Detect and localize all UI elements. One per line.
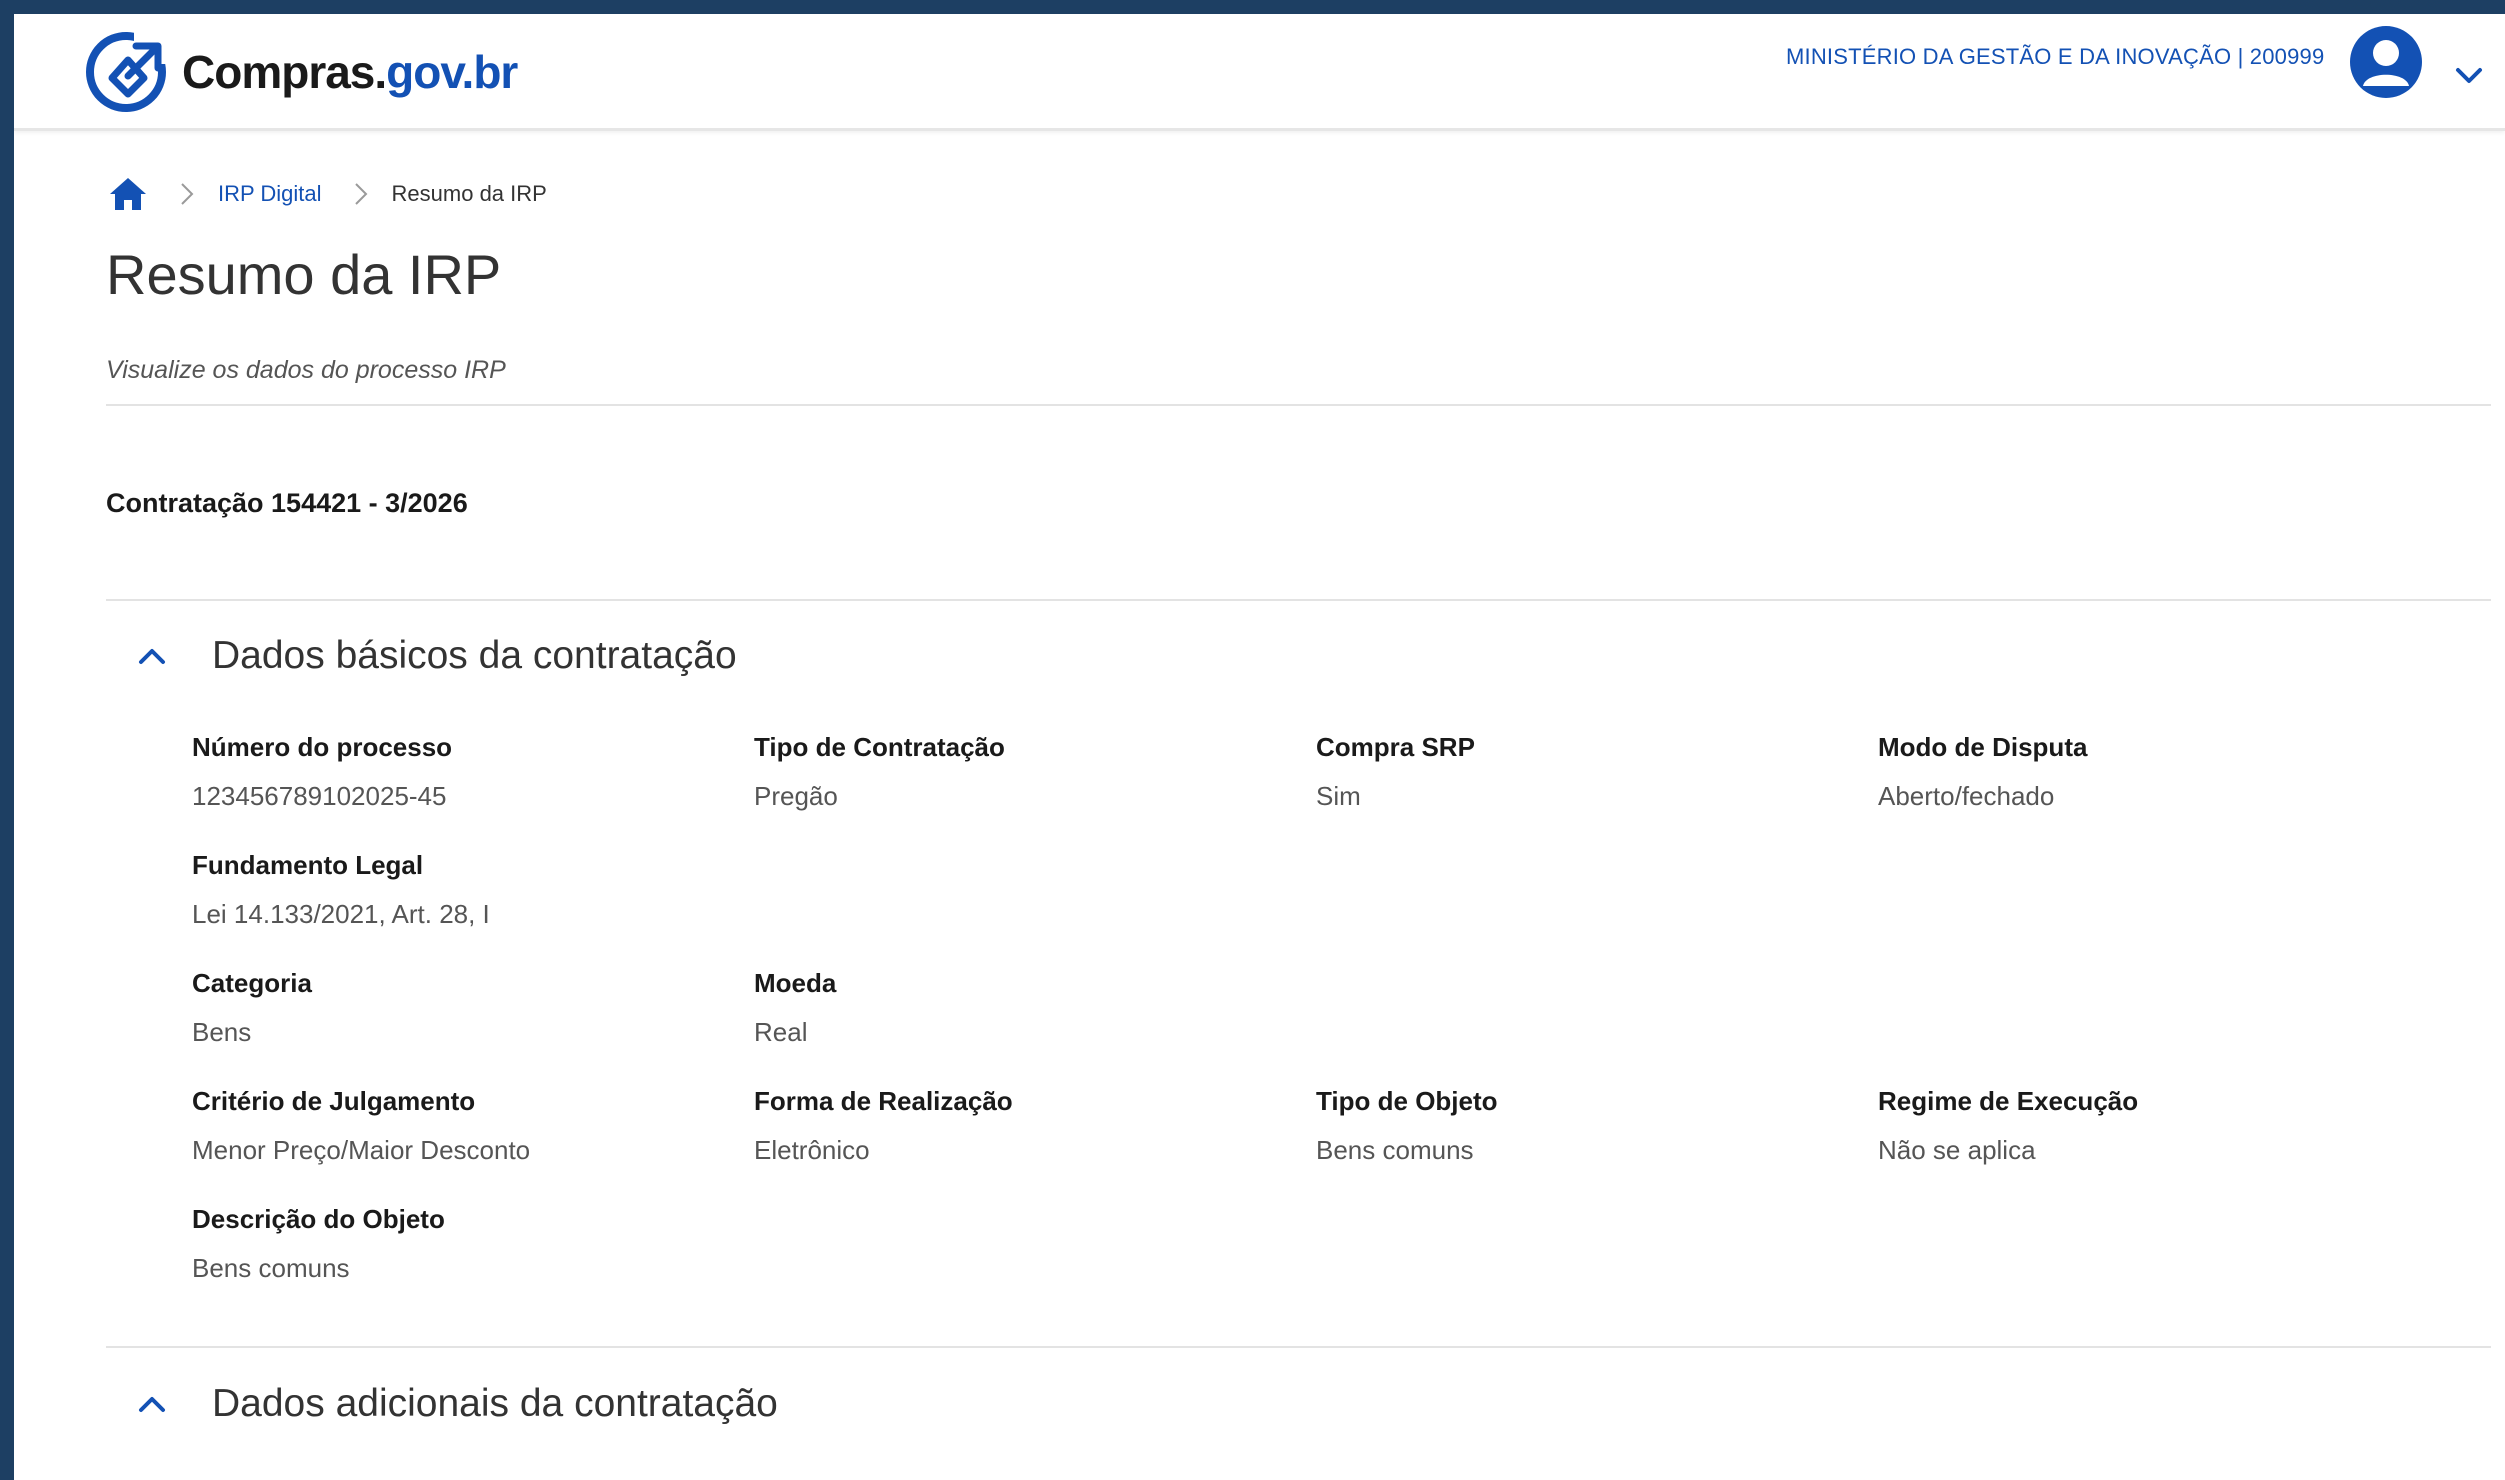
chevron-right-icon xyxy=(181,183,194,205)
field-value: Eletrônico xyxy=(754,1135,870,1165)
compras-logo-icon xyxy=(86,30,168,112)
breadcrumb: IRP Digital Resumo da IRP xyxy=(108,174,547,214)
divider xyxy=(106,404,2491,406)
page-title: Resumo da IRP xyxy=(106,243,502,306)
field-label: Moeda xyxy=(754,968,837,998)
field-value: Lei 14.133/2021, Art. 28, I xyxy=(192,899,490,929)
field-label: Número do processo xyxy=(192,732,453,762)
logo-word-govbr: gov.br xyxy=(386,45,518,98)
field-label: Modo de Disputa xyxy=(1878,732,2088,762)
field-label: Descrição do Objeto xyxy=(192,1204,445,1234)
field-label: Tipo de Contratação xyxy=(754,732,1005,762)
chevron-right-icon xyxy=(354,183,367,205)
logo-word-compras: Compras. xyxy=(182,45,387,98)
field-value: Sim xyxy=(1316,781,1361,811)
field-value: Aberto/fechado xyxy=(1878,781,2055,811)
chevron-up-icon xyxy=(139,649,165,664)
field-tipo-objeto: Tipo de Objeto Bens comuns xyxy=(1316,1086,1498,1166)
breadcrumb-link-irp-digital[interactable]: IRP Digital xyxy=(218,181,322,207)
home-icon[interactable] xyxy=(108,176,148,212)
user-avatar-icon xyxy=(2363,40,2409,86)
user-avatar[interactable] xyxy=(2350,26,2422,98)
field-criterio-julgamento: Critério de Julgamento Menor Preço/Maior… xyxy=(192,1086,530,1166)
section-toggle-additional[interactable]: Dados adicionais da contratação xyxy=(138,1382,778,1426)
field-descricao-objeto: Descrição do Objeto Bens comuns xyxy=(192,1204,445,1284)
compras-logo[interactable]: Compras.gov.br xyxy=(84,24,518,119)
chevron-up-icon xyxy=(139,1397,165,1412)
contract-identifier: Contratação 154421 - 3/2026 xyxy=(106,488,468,518)
field-value: Bens comuns xyxy=(1316,1135,1474,1165)
field-tipo-contratacao: Tipo de Contratação Pregão xyxy=(754,732,1005,812)
field-regime-execucao: Regime de Execução Não se aplica xyxy=(1878,1086,2138,1166)
compras-logo-text: Compras.gov.br xyxy=(182,45,518,99)
field-forma-realizacao: Forma de Realização Eletrônico xyxy=(754,1086,1013,1166)
field-label: Categoria xyxy=(192,968,312,998)
divider xyxy=(106,1346,2491,1348)
section-title-additional: Dados adicionais da contratação xyxy=(212,1382,778,1425)
field-label: Compra SRP xyxy=(1316,732,1475,762)
field-numero-processo: Número do processo 123456789102025-45 xyxy=(192,732,452,812)
divider xyxy=(106,599,2491,601)
field-value: 123456789102025-45 xyxy=(192,781,447,811)
app-window: Compras.gov.br MINISTÉRIO DA GESTÃO E DA… xyxy=(14,14,2505,1480)
section-toggle-basic[interactable]: Dados básicos da contratação xyxy=(138,634,737,678)
field-modo-disputa: Modo de Disputa Aberto/fechado xyxy=(1878,732,2087,812)
breadcrumb-current: Resumo da IRP xyxy=(391,181,547,206)
field-value: Não se aplica xyxy=(1878,1135,2036,1165)
field-value: Menor Preço/Maior Desconto xyxy=(192,1135,531,1165)
field-label: Forma de Realização xyxy=(754,1086,1013,1116)
field-label: Tipo de Objeto xyxy=(1316,1086,1498,1116)
field-value: Pregão xyxy=(754,781,838,811)
page-subtitle: Visualize os dados do processo IRP xyxy=(106,356,506,384)
user-menu-chevron-down-icon[interactable] xyxy=(2454,66,2484,86)
field-fundamento-legal: Fundamento Legal Lei 14.133/2021, Art. 2… xyxy=(192,850,490,930)
section-title-basic: Dados básicos da contratação xyxy=(212,634,737,677)
field-categoria: Categoria Bens xyxy=(192,968,312,1048)
organization-label[interactable]: MINISTÉRIO DA GESTÃO E DA INOVAÇÃO | 200… xyxy=(1786,44,2324,70)
field-label: Fundamento Legal xyxy=(192,850,424,880)
top-header: Compras.gov.br MINISTÉRIO DA GESTÃO E DA… xyxy=(14,14,2505,131)
field-compra-srp: Compra SRP Sim xyxy=(1316,732,1475,812)
field-value: Bens comuns xyxy=(192,1253,350,1283)
field-value: Real xyxy=(754,1017,808,1047)
field-value: Bens xyxy=(192,1017,252,1047)
field-moeda: Moeda Real xyxy=(754,968,836,1048)
field-label: Critério de Julgamento xyxy=(192,1086,476,1116)
field-label: Regime de Execução xyxy=(1878,1086,2139,1116)
